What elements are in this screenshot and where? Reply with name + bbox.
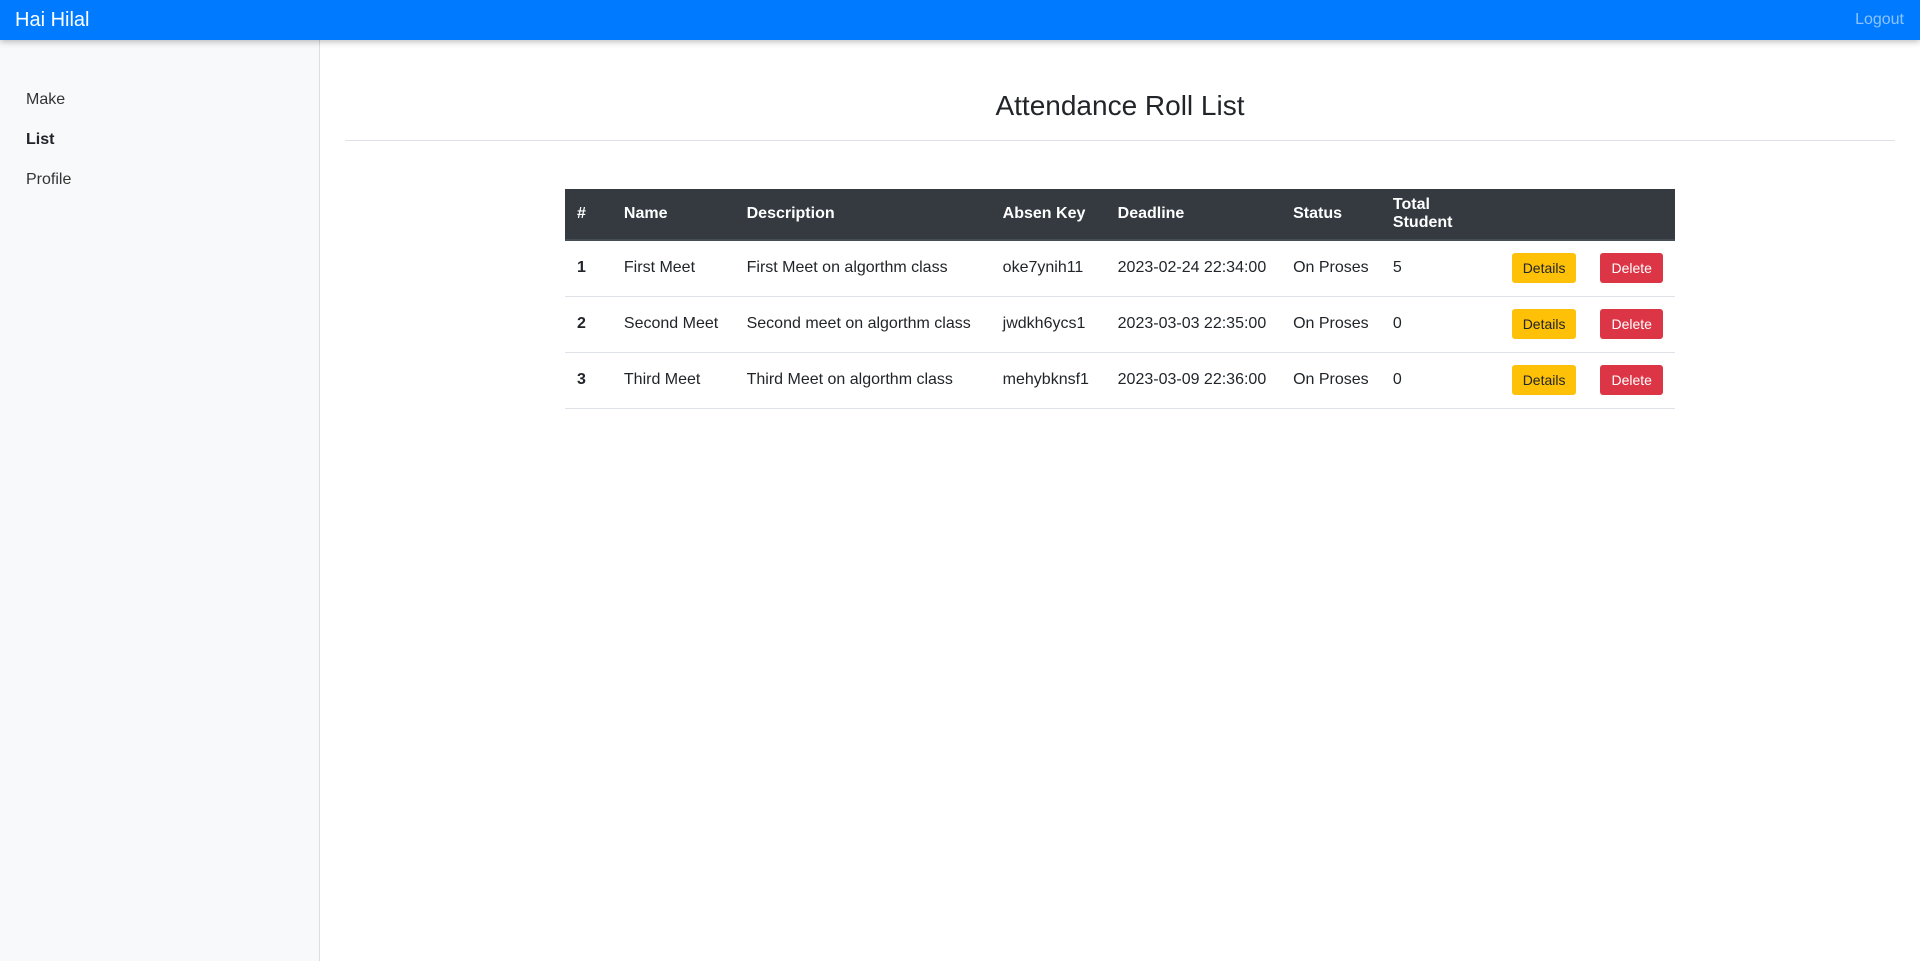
header-name: Name <box>611 189 735 241</box>
row-absen-key: jwdkh6ycs1 <box>990 296 1106 353</box>
header-deadline: Deadline <box>1105 189 1282 241</box>
page-title: Attendance Roll List <box>995 90 1245 121</box>
row-deadline: 2023-03-03 22:35:00 <box>1105 296 1282 353</box>
attendance-table: # Name Description Absen Key Deadline St… <box>565 189 1675 409</box>
header-total-student: Total Student <box>1380 189 1500 241</box>
row-name: First Meet <box>611 240 735 297</box>
row-status: On Proses <box>1281 240 1381 297</box>
row-description: Second meet on algorthm class <box>734 296 991 353</box>
sidebar-item-profile[interactable]: Profile <box>0 160 319 200</box>
row-number: 2 <box>565 296 612 353</box>
row-description: Third Meet on algorthm class <box>734 352 991 409</box>
header-details-col <box>1499 189 1589 241</box>
sidebar-menu: Make List Profile <box>0 40 319 200</box>
row-status: On Proses <box>1281 296 1381 353</box>
delete-button[interactable]: Delete <box>1600 253 1663 284</box>
row-total-student: 0 <box>1380 352 1500 409</box>
row-delete-cell: Delete <box>1588 240 1675 297</box>
table-row: 2 Second Meet Second meet on algorthm cl… <box>565 296 1675 353</box>
header-delete-col <box>1588 189 1675 241</box>
row-total-student: 5 <box>1380 240 1500 297</box>
header-absen-key: Absen Key <box>990 189 1106 241</box>
brand-link[interactable]: Hai Hilal <box>15 0 89 40</box>
header-number: # <box>565 189 612 241</box>
table-header-row: # Name Description Absen Key Deadline St… <box>565 189 1675 241</box>
table-row: 3 Third Meet Third Meet on algorthm clas… <box>565 352 1675 409</box>
row-deadline: 2023-02-24 22:34:00 <box>1105 240 1282 297</box>
table-header: # Name Description Absen Key Deadline St… <box>565 189 1675 241</box>
row-absen-key: mehybknsf1 <box>990 352 1106 409</box>
sidebar-item-list[interactable]: List <box>0 120 319 160</box>
logout-link[interactable]: Logout <box>1855 0 1904 40</box>
delete-button[interactable]: Delete <box>1600 365 1663 395</box>
row-delete-cell: Delete <box>1588 352 1675 409</box>
main-content: Attendance Roll List # Name Description … <box>345 40 1895 409</box>
row-name: Third Meet <box>611 352 735 409</box>
row-details-cell: Details <box>1499 296 1589 353</box>
sidebar: Make List Profile <box>0 40 320 961</box>
details-button[interactable]: Details <box>1511 309 1577 339</box>
table-row: 1 First Meet First Meet on algorthm clas… <box>565 240 1675 297</box>
attendance-table-wrapper: # Name Description Absen Key Deadline St… <box>565 189 1675 409</box>
header-status: Status <box>1281 189 1381 241</box>
row-description: First Meet on algorthm class <box>734 240 991 297</box>
row-delete-cell: Delete <box>1588 296 1675 353</box>
row-deadline: 2023-03-09 22:36:00 <box>1105 352 1282 409</box>
table-body: 1 First Meet First Meet on algorthm clas… <box>565 240 1675 409</box>
title-divider <box>345 140 1895 141</box>
top-navbar: Hai Hilal Logout <box>0 0 1920 40</box>
row-name: Second Meet <box>611 296 735 353</box>
row-number: 3 <box>565 352 612 409</box>
sidebar-item-make[interactable]: Make <box>0 80 319 120</box>
delete-button[interactable]: Delete <box>1600 309 1663 339</box>
row-details-cell: Details <box>1499 352 1589 409</box>
header-description: Description <box>734 189 991 241</box>
details-button[interactable]: Details <box>1511 365 1577 395</box>
row-total-student: 0 <box>1380 296 1500 353</box>
row-absen-key: oke7ynih11 <box>990 240 1106 297</box>
details-button[interactable]: Details <box>1511 253 1577 284</box>
row-details-cell: Details <box>1499 240 1589 297</box>
row-number: 1 <box>565 240 612 297</box>
row-status: On Proses <box>1281 352 1381 409</box>
